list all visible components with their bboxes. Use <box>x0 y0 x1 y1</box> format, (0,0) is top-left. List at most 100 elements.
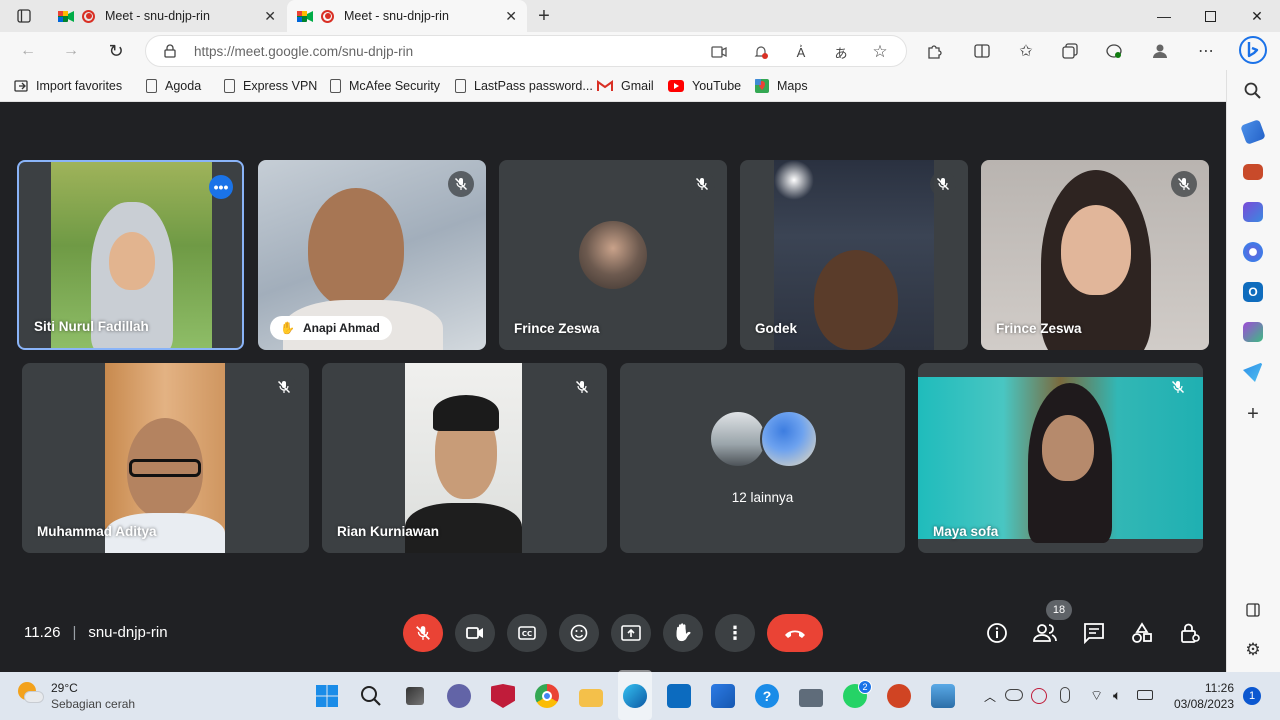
favorite-gmail[interactable]: Gmail <box>597 76 654 96</box>
mcafee-tray-icon[interactable] <box>1031 688 1047 704</box>
mic-off-icon <box>454 177 468 191</box>
back-button[interactable]: ← <box>16 39 40 63</box>
minimize-button[interactable]: — <box>1141 0 1187 32</box>
mic-toggle-button[interactable] <box>403 614 443 652</box>
favorite-youtube[interactable]: YouTube <box>668 76 741 96</box>
photos-icon[interactable] <box>931 684 955 708</box>
sidebar-tools-icon[interactable] <box>1243 164 1263 180</box>
address-bar[interactable]: https://meet.google.com/snu-dnjp-rin A͐ … <box>145 35 907 67</box>
participant-tile[interactable]: Frince Zeswa <box>499 160 727 350</box>
favorite-agoda[interactable]: Agoda <box>146 76 201 96</box>
present-screen-icon <box>621 625 641 641</box>
browser-toolbar: ← → ↻ https://meet.google.com/snu-dnjp-r… <box>0 32 1280 70</box>
tab-meet-2[interactable]: Meet - snu-dnjp-rin ✕ <box>287 0 527 32</box>
read-aloud-icon[interactable]: A͐ <box>791 42 811 62</box>
clock-date[interactable]: 03/08/2023 <box>1166 697 1234 711</box>
favorite-star-icon[interactable]: ☆ <box>870 42 890 62</box>
edge-icon[interactable] <box>623 684 647 708</box>
onedrive-icon[interactable] <box>1005 689 1023 701</box>
participant-tile[interactable]: ••• Siti Nurul Fadillah <box>17 160 244 350</box>
wifi-icon[interactable]: ⌔ <box>1090 687 1103 705</box>
others-tile[interactable]: 12 lainnya <box>620 363 905 553</box>
raise-hand-button[interactable]: ✋ <box>663 614 703 652</box>
app-icon[interactable] <box>667 684 691 708</box>
notification-blocked-icon[interactable] <box>751 42 771 62</box>
chrome-icon[interactable] <box>535 684 559 708</box>
volume-icon[interactable]: 🔈︎ <box>1113 687 1121 704</box>
favorite-lastpass[interactable]: LastPass password... <box>455 76 593 96</box>
participant-tile[interactable]: Maya sofa <box>918 363 1203 553</box>
sidebar-settings-button[interactable]: ⚙ <box>1243 640 1263 660</box>
teams-chat-icon[interactable] <box>447 684 471 708</box>
weather-temperature[interactable]: 29°C <box>51 681 78 695</box>
taskbar-search-button[interactable] <box>359 684 383 708</box>
more-vert-icon: ⋮ <box>726 623 744 643</box>
microphone-icon[interactable] <box>1060 687 1070 703</box>
people-button[interactable] <box>1032 620 1058 646</box>
camera-app-icon[interactable] <box>799 689 823 707</box>
powerpoint-icon[interactable] <box>887 684 911 708</box>
extensions-icon[interactable] <box>924 41 944 61</box>
close-tab-icon[interactable]: ✕ <box>505 8 517 25</box>
meeting-details-button[interactable] <box>984 620 1010 646</box>
favorite-label: McAfee Security <box>349 79 441 93</box>
favorite-import[interactable]: Import favorites <box>14 76 122 96</box>
close-tab-icon[interactable]: ✕ <box>264 8 276 25</box>
info-icon <box>987 623 1007 643</box>
translate-icon[interactable]: あ <box>831 42 851 62</box>
leave-call-button[interactable] <box>767 614 823 652</box>
more-options-icon[interactable]: ••• <box>209 175 233 199</box>
favorite-mcafee[interactable]: McAfee Security <box>330 76 440 96</box>
participant-tile[interactable]: Rian Kurniawan <box>322 363 607 553</box>
participant-tile[interactable]: ✋ Anapi Ahmad <box>258 160 486 350</box>
participant-tile[interactable]: Muhammad Aditya <box>22 363 309 553</box>
activities-button[interactable] <box>1129 620 1155 646</box>
camera-toggle-button[interactable] <box>455 614 495 652</box>
sidebar-microsoft365-icon[interactable] <box>1243 242 1263 262</box>
task-view-icon[interactable] <box>406 687 424 705</box>
battery-icon[interactable] <box>1137 690 1153 700</box>
forward-button[interactable]: → <box>59 39 83 63</box>
host-controls-button[interactable] <box>1177 620 1203 646</box>
start-button[interactable] <box>315 684 339 708</box>
sidebar-games-icon[interactable] <box>1243 202 1263 222</box>
weather-description[interactable]: Sebagian cerah <box>51 697 135 711</box>
sidebar-outlook-icon[interactable]: O <box>1243 282 1263 302</box>
sidebar-designer-icon[interactable] <box>1243 322 1263 342</box>
present-button[interactable] <box>611 614 651 652</box>
close-window-button[interactable]: ✕ <box>1234 0 1280 32</box>
participant-tile[interactable]: Godek <box>740 160 968 350</box>
settings-more-icon[interactable]: ⋯ <box>1196 41 1216 61</box>
profile-icon[interactable] <box>1150 41 1170 61</box>
tab-actions-button[interactable] <box>12 0 36 32</box>
maximize-button[interactable] <box>1187 0 1233 32</box>
participant-name: Frince Zeswa <box>996 321 1082 336</box>
split-screen-icon[interactable] <box>972 41 992 61</box>
sidebar-add-button[interactable]: + <box>1243 403 1263 425</box>
favorites-icon[interactable]: ✩ <box>1016 41 1036 61</box>
tab-meet-1[interactable]: Meet - snu-dnjp-rin ✕ <box>48 0 286 32</box>
gear-icon: ⚙ <box>1245 640 1261 659</box>
browser-essentials-icon[interactable] <box>1104 41 1124 61</box>
new-tab-button[interactable]: + <box>533 0 555 32</box>
reactions-button[interactable] <box>559 614 599 652</box>
maps-icon <box>755 79 769 93</box>
refresh-button[interactable]: ↻ <box>104 39 128 63</box>
store-icon[interactable] <box>711 684 735 708</box>
notification-badge[interactable]: 1 <box>1243 687 1261 705</box>
bing-copilot-icon[interactable] <box>1238 35 1268 65</box>
sidebar-hide-button[interactable] <box>1243 600 1263 620</box>
file-explorer-icon[interactable] <box>579 689 603 707</box>
favorite-maps[interactable]: Maps <box>755 76 808 96</box>
favorite-express-vpn[interactable]: Express VPN <box>224 76 317 96</box>
more-options-button[interactable]: ⋮ <box>715 614 755 652</box>
clock-time[interactable]: 11:26 <box>1170 681 1234 695</box>
collections-icon[interactable] <box>1060 41 1080 61</box>
captions-button[interactable]: CC <box>507 614 547 652</box>
sidebar-search-button[interactable] <box>1243 81 1263 101</box>
help-icon[interactable]: ? <box>755 684 779 708</box>
camera-permission-icon[interactable] <box>709 42 729 62</box>
chat-button[interactable] <box>1081 620 1107 646</box>
chevron-up-icon[interactable]: ︿ <box>984 688 996 705</box>
participant-tile[interactable]: Frince Zeswa <box>981 160 1209 350</box>
